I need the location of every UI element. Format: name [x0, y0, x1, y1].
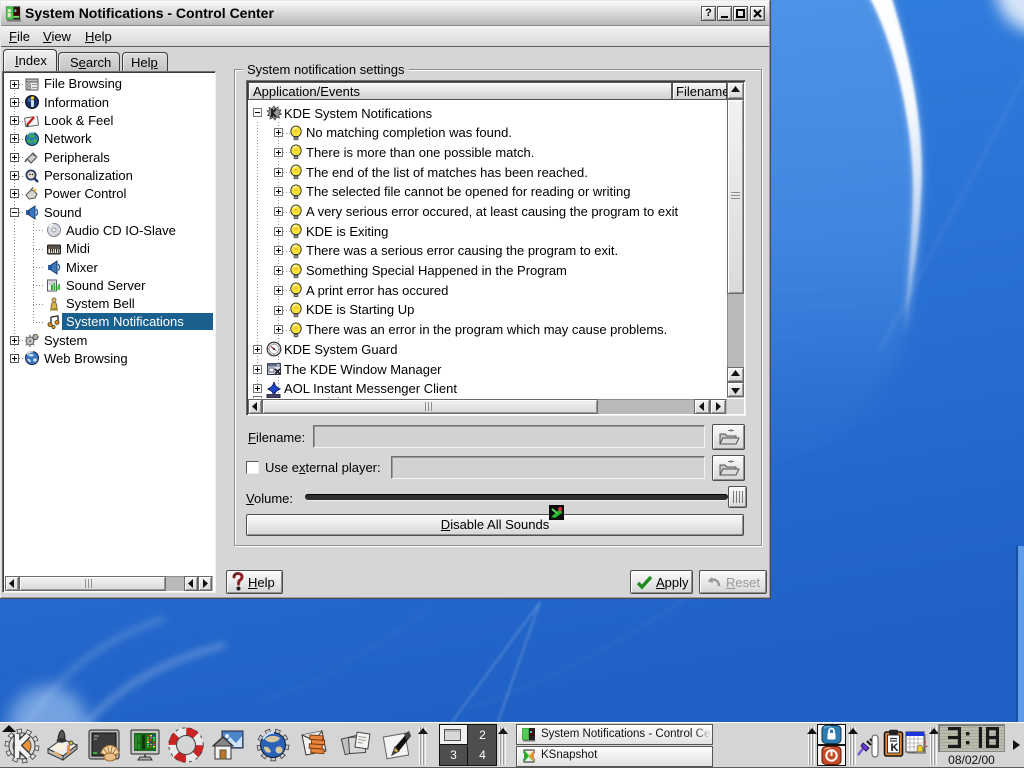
svg-text:K: K — [891, 742, 899, 754]
